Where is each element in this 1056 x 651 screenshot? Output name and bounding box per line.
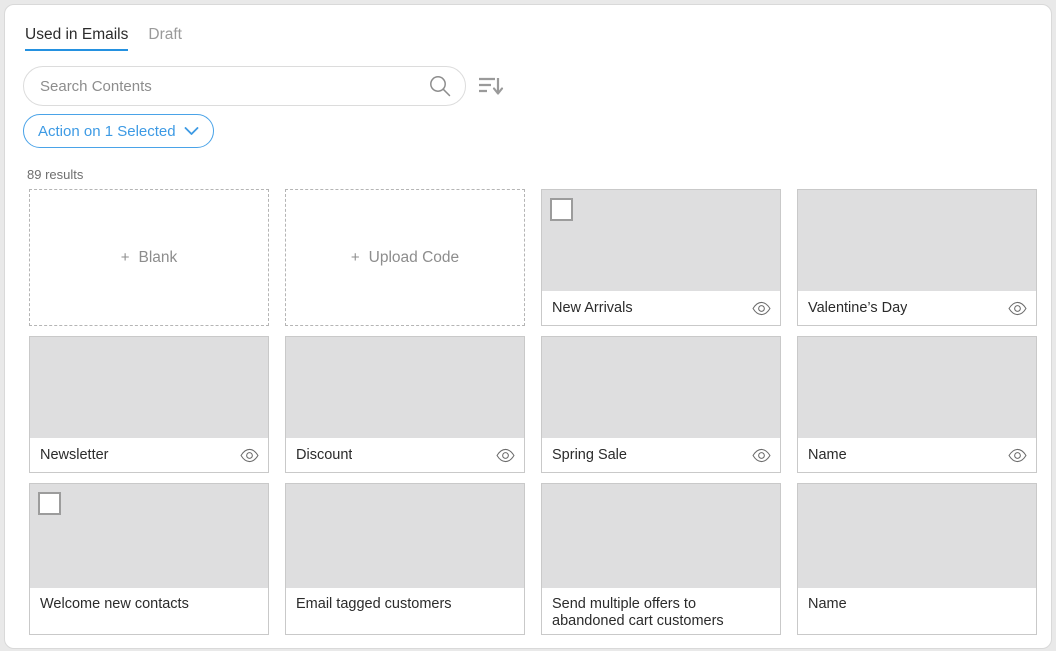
content-card[interactable]: Name (797, 483, 1037, 635)
sort-descending-icon[interactable] (478, 74, 504, 98)
card-title: Email tagged customers (296, 596, 452, 612)
card-thumbnail (30, 484, 268, 588)
card-thumbnail (542, 190, 780, 291)
card-select-checkbox[interactable] (550, 198, 573, 221)
card-title: Discount (296, 446, 353, 463)
search-input[interactable] (24, 67, 465, 105)
preview-eye-icon[interactable] (240, 446, 259, 465)
preview-eye-icon[interactable] (1008, 299, 1027, 318)
card-footer: Name (798, 588, 1036, 634)
card-thumbnail (30, 337, 268, 438)
tab-bar: Used in Emails Draft (25, 25, 182, 51)
plus-icon: + (120, 249, 130, 266)
card-placeholder-label: Upload Code (368, 248, 460, 266)
content-card[interactable]: New Arrivals (541, 189, 781, 326)
content-card[interactable]: Spring Sale (541, 336, 781, 473)
card-title: Name (808, 446, 847, 463)
card-title: New Arrivals (552, 299, 633, 316)
card-thumbnail (798, 484, 1036, 588)
card-footer: Spring Sale (542, 438, 780, 472)
card-title: Name (808, 596, 847, 612)
card-title: Spring Sale (552, 446, 627, 463)
content-card[interactable]: Name (797, 336, 1037, 473)
search-toolbar (23, 66, 504, 106)
content-card-grid: + Blank + Upload Code New Arrivals Valentine’… (29, 189, 1039, 635)
card-title: Send multiple offers to abandoned cart c… (552, 596, 724, 629)
action-on-selected-button[interactable]: Action on 1 Selected (23, 114, 214, 148)
card-title: Newsletter (40, 446, 109, 463)
search-box[interactable] (23, 66, 466, 106)
plus-icon: + (350, 249, 360, 266)
card-footer: New Arrivals (542, 291, 780, 325)
content-card[interactable]: Send multiple offers to abandoned cart c… (541, 483, 781, 635)
content-card[interactable]: Discount (285, 336, 525, 473)
card-thumbnail (286, 484, 524, 588)
card-title: Valentine’s Day (808, 299, 908, 316)
content-card[interactable]: Welcome new contacts (29, 483, 269, 635)
chevron-down-icon (184, 127, 198, 135)
card-thumbnail (798, 337, 1036, 438)
content-card[interactable]: Valentine’s Day (797, 189, 1037, 326)
card-create-blank[interactable]: + Blank (29, 189, 269, 326)
preview-eye-icon[interactable] (752, 446, 771, 465)
preview-eye-icon[interactable] (752, 299, 771, 318)
preview-eye-icon[interactable] (1008, 446, 1027, 465)
content-library-panel: Used in Emails Draft Action on 1 Selected… (4, 4, 1052, 649)
card-title: Welcome new contacts (40, 596, 189, 612)
card-footer: Email tagged customers (286, 588, 524, 634)
card-thumbnail (798, 190, 1036, 291)
content-card[interactable]: Newsletter (29, 336, 269, 473)
results-count: 89 results (27, 167, 84, 182)
card-select-checkbox[interactable] (38, 492, 61, 515)
tab-draft[interactable]: Draft (148, 25, 182, 51)
card-footer: Name (798, 438, 1036, 472)
content-card[interactable]: Email tagged customers (285, 483, 525, 635)
card-footer: Valentine’s Day (798, 291, 1036, 325)
card-thumbnail (542, 337, 780, 438)
action-button-label: Action on 1 Selected (38, 122, 176, 140)
card-thumbnail (542, 484, 780, 588)
card-create-upload-code[interactable]: + Upload Code (285, 189, 525, 326)
card-footer: Welcome new contacts (30, 588, 268, 634)
card-thumbnail (286, 337, 524, 438)
card-footer: Discount (286, 438, 524, 472)
card-footer: Newsletter (30, 438, 268, 472)
card-placeholder-label: Blank (138, 248, 178, 266)
preview-eye-icon[interactable] (496, 446, 515, 465)
tab-used-in-emails[interactable]: Used in Emails (25, 25, 129, 51)
card-footer: Send multiple offers to abandoned cart c… (542, 588, 780, 634)
